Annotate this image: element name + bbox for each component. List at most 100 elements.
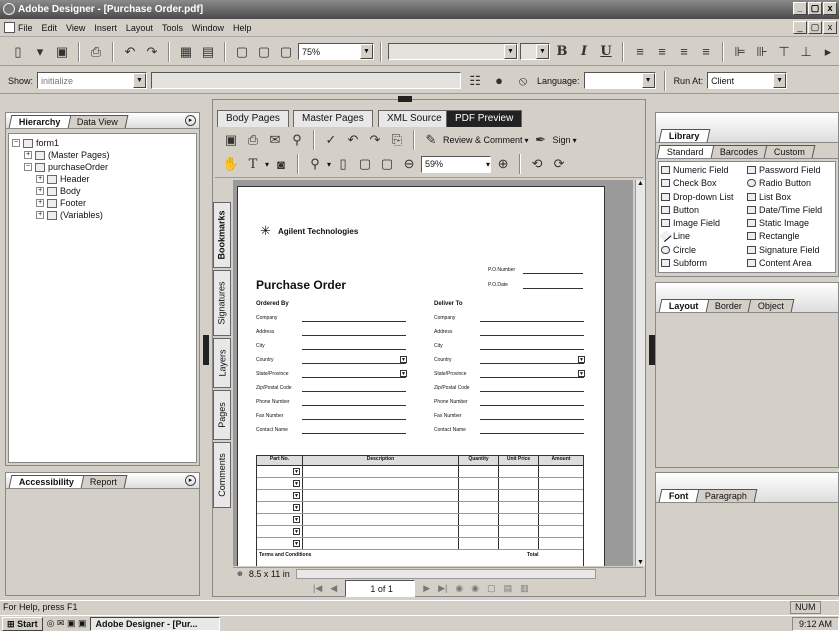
library-button[interactable]: Button xyxy=(661,204,747,216)
chevron-down-icon[interactable]: ▼ xyxy=(773,73,787,88)
italic-button[interactable]: I xyxy=(574,42,594,62)
form-input-line[interactable] xyxy=(480,363,584,364)
library-image-field[interactable]: Image Field xyxy=(661,217,747,229)
tree-item-master-pages[interactable]: + (Master Pages) xyxy=(12,149,193,161)
align-center-icon[interactable]: ≡ xyxy=(652,42,672,62)
grid-icon[interactable]: ▦ xyxy=(176,42,196,62)
maximize-button[interactable]: ▢ xyxy=(808,2,822,15)
menu-file[interactable]: File xyxy=(18,23,33,33)
single-page-icon[interactable]: ▢ xyxy=(487,583,496,594)
page-icon[interactable]: ▢ xyxy=(232,42,252,62)
scroll-down-icon[interactable]: ▼ xyxy=(636,559,645,566)
email-icon[interactable]: ✉ xyxy=(265,130,285,150)
hand-tool-icon[interactable]: ✋ xyxy=(221,154,241,174)
fit-width-icon[interactable]: ▢ xyxy=(377,154,397,174)
copy-icon[interactable]: ⎘ xyxy=(387,130,407,150)
chevron-down-icon[interactable]: ▾ xyxy=(327,160,331,169)
chevron-down-icon[interactable]: ▼ xyxy=(536,44,549,59)
table-cell[interactable] xyxy=(539,490,583,501)
first-page-icon[interactable]: |◀ xyxy=(313,583,322,594)
print-icon[interactable]: ⎙ xyxy=(243,130,263,150)
tab-xml-source[interactable]: XML Source xyxy=(378,110,451,127)
tab-bookmarks[interactable]: Bookmarks xyxy=(213,202,231,268)
more-tools-icon[interactable]: ▸ xyxy=(818,42,838,62)
tab-layout[interactable]: Layout xyxy=(658,299,709,312)
page-fit-icon[interactable]: ▢ xyxy=(254,42,274,62)
chevron-down-icon[interactable]: ▼ xyxy=(133,73,147,88)
run-at-combo[interactable]: Client ▼ xyxy=(707,72,788,89)
table-cell[interactable] xyxy=(303,490,459,501)
library-signature-field[interactable]: Signature Field xyxy=(747,244,833,256)
tab-data-view[interactable]: Data View xyxy=(66,115,128,128)
library-numeric-field[interactable]: Numeric Field xyxy=(661,164,747,176)
vertical-scrollbar[interactable]: ▲ ▼ xyxy=(635,180,645,566)
chevron-down-icon[interactable]: ▾ xyxy=(573,136,577,145)
print-icon[interactable]: ⎙ xyxy=(86,42,106,62)
form-input-line[interactable] xyxy=(302,377,406,378)
align-objects-icon[interactable]: ⊫ xyxy=(730,42,750,62)
form-input-line[interactable] xyxy=(302,405,406,406)
tab-report[interactable]: Report xyxy=(79,475,128,488)
table-cell[interactable]: ▼ xyxy=(257,478,303,489)
taskbar-adobe-designer[interactable]: Adobe Designer - [Pur... xyxy=(90,616,221,631)
next-view-icon[interactable]: ◉ xyxy=(471,583,479,594)
pdf-zoom-combo[interactable]: 59% ▾ xyxy=(421,155,492,173)
form-input-line[interactable] xyxy=(302,349,406,350)
library-radio-button[interactable]: Radio Button xyxy=(747,177,833,189)
last-page-icon[interactable]: ▶| xyxy=(438,583,447,594)
chevron-down-icon[interactable]: ▼ xyxy=(400,370,407,377)
table-cell[interactable]: ▼ xyxy=(257,490,303,501)
menu-help[interactable]: Help xyxy=(233,23,252,33)
expand-icon[interactable]: + xyxy=(36,211,44,219)
bold-button[interactable]: B xyxy=(552,42,572,62)
library-check-box[interactable]: Check Box xyxy=(661,177,747,189)
chevron-down-icon[interactable]: ▼ xyxy=(578,370,585,377)
review-icon[interactable]: ✎ xyxy=(421,130,441,150)
library-static-image[interactable]: Static Image xyxy=(747,217,833,229)
chevron-down-icon[interactable]: ▾ xyxy=(265,160,269,169)
library-date-time-field[interactable]: Date/Time Field xyxy=(747,204,833,216)
table-cell[interactable] xyxy=(459,466,499,477)
rulers-icon[interactable]: ▤ xyxy=(198,42,218,62)
check-script-icon[interactable]: ● xyxy=(489,71,509,91)
library-rectangle[interactable]: Rectangle xyxy=(747,230,833,242)
continuous-icon[interactable]: ▤ xyxy=(504,583,513,594)
chevron-down-icon[interactable]: ▼ xyxy=(293,504,300,511)
expand-icon[interactable]: + xyxy=(36,175,44,183)
tree-item-purchase-order[interactable]: − purchaseOrder xyxy=(12,161,193,173)
tab-custom[interactable]: Custom xyxy=(763,145,815,158)
table-cell[interactable] xyxy=(499,466,539,477)
tab-pages[interactable]: Pages xyxy=(213,390,231,440)
distribute-icon[interactable]: ⊪ xyxy=(752,42,772,62)
top-splitter-handle[interactable] xyxy=(398,96,412,102)
prev-page-icon[interactable]: ◀ xyxy=(330,583,337,594)
tab-paragraph[interactable]: Paragraph xyxy=(694,489,757,502)
script-edit-icon[interactable]: ☷ xyxy=(465,71,485,91)
tab-accessibility[interactable]: Accessibility xyxy=(8,475,85,488)
table-cell[interactable]: ▼ xyxy=(257,538,303,549)
table-cell[interactable] xyxy=(303,466,459,477)
chevron-down-icon[interactable]: ▼ xyxy=(400,356,407,363)
chevron-down-icon[interactable]: ▼ xyxy=(293,468,300,475)
collapse-icon[interactable]: − xyxy=(24,163,32,171)
menu-layout[interactable]: Layout xyxy=(126,23,153,33)
close-button[interactable]: x xyxy=(823,2,837,15)
scroll-up-icon[interactable]: ▲ xyxy=(636,180,645,187)
library-line[interactable]: Line xyxy=(659,230,747,243)
form-input-line[interactable] xyxy=(480,321,584,322)
align-bottom-icon[interactable]: ⊥ xyxy=(796,42,816,62)
text-select-icon[interactable]: T xyxy=(243,154,263,174)
underline-button[interactable]: U xyxy=(596,42,616,62)
justify-icon[interactable]: ≡ xyxy=(696,42,716,62)
form-input-line[interactable] xyxy=(480,349,584,350)
chevron-down-icon[interactable]: ▼ xyxy=(293,540,300,547)
align-left-icon[interactable]: ≡ xyxy=(630,42,650,62)
chevron-down-icon[interactable]: ▾ xyxy=(525,136,529,145)
table-cell[interactable] xyxy=(303,538,459,549)
save-copy-icon[interactable]: ▣ xyxy=(221,130,241,150)
table-cell[interactable] xyxy=(539,502,583,513)
table-cell[interactable] xyxy=(303,478,459,489)
library-drop-down-list[interactable]: Drop-down List xyxy=(661,191,747,203)
table-cell[interactable] xyxy=(459,526,499,537)
doc-restore-button[interactable]: ▢ xyxy=(808,21,822,34)
